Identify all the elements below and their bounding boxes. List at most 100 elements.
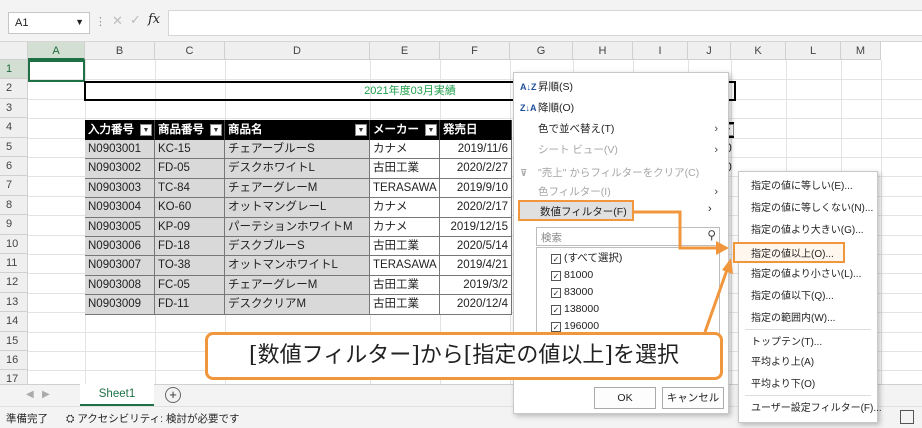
row-header-4[interactable]: 4 [0, 118, 28, 138]
submenu-item[interactable]: 指定の値以上(O)... [733, 242, 845, 263]
column-header-g[interactable]: G [510, 42, 573, 60]
table-cell[interactable]: 2020/5/14 [440, 237, 512, 257]
table-cell[interactable]: デスクブルーS [225, 237, 370, 257]
table-cell[interactable]: 2019/9/10 [440, 178, 512, 199]
row-header-14[interactable]: 14 [0, 312, 28, 332]
submenu-item[interactable]: 平均より下(O) [739, 374, 877, 395]
ok-button[interactable]: OK [594, 387, 656, 409]
menu-sort-descending[interactable]: Z↓A 降順(O) [514, 98, 728, 119]
enter-icon[interactable]: ✓ [130, 12, 141, 28]
table-cell[interactable]: KC-15 [155, 140, 225, 160]
table-cell[interactable]: 2019/4/21 [440, 256, 512, 276]
table-cell[interactable]: KO-60 [155, 198, 225, 218]
filter-list-item[interactable]: ✓ 81000 [551, 267, 593, 283]
filter-dropdown-icon[interactable]: ▼ [355, 124, 367, 136]
table-cell[interactable]: N0903003 [85, 178, 155, 199]
submenu-item[interactable]: 指定の値に等しくない(N)... [739, 198, 877, 219]
table-cell[interactable]: N0903006 [85, 237, 155, 257]
column-header-b[interactable]: B [85, 42, 155, 60]
row-header-1[interactable]: 1 [0, 60, 28, 80]
row-header-16[interactable]: 16 [0, 351, 28, 371]
table-cell[interactable]: デスククリアM [225, 295, 370, 315]
table-cell[interactable]: N0903009 [85, 295, 155, 315]
table-cell[interactable]: 古田工業 [370, 275, 440, 296]
table-cell[interactable]: 古田工業 [370, 159, 440, 179]
row-header-7[interactable]: 7 [0, 176, 28, 196]
add-sheet-icon[interactable]: + [165, 387, 181, 403]
column-header-i[interactable]: I [633, 42, 688, 60]
column-header-k[interactable]: K [731, 42, 786, 60]
row-header-8[interactable]: 8 [0, 195, 28, 216]
table-cell[interactable]: N0903004 [85, 198, 155, 218]
row-header-6[interactable]: 6 [0, 157, 28, 177]
column-header-a[interactable]: A [28, 42, 85, 60]
row-header-2[interactable]: 2 [0, 79, 28, 99]
table-cell[interactable]: 古田工業 [370, 295, 440, 315]
table-cell[interactable]: 2020/12/4 [440, 295, 512, 315]
row-header-5[interactable]: 5 [0, 137, 28, 157]
table-cell[interactable]: TC-84 [155, 178, 225, 199]
table-cell[interactable]: 古田工業 [370, 237, 440, 257]
table-cell[interactable]: デスクホワイトL [225, 159, 370, 179]
column-header-h[interactable]: H [573, 42, 633, 60]
table-cell[interactable]: N0903005 [85, 217, 155, 237]
filter-dropdown-icon[interactable]: ▼ [140, 124, 152, 136]
table-cell[interactable]: TO-38 [155, 256, 225, 276]
table-header-cell[interactable]: メーカー ▼ [370, 120, 440, 140]
table-cell[interactable]: FC-05 [155, 275, 225, 296]
table-cell[interactable]: KP-09 [155, 217, 225, 237]
submenu-item[interactable]: 指定の値に等しい(E)... [739, 176, 877, 197]
column-header-m[interactable]: M [841, 42, 881, 60]
table-cell[interactable]: カナメ [370, 217, 440, 237]
chevron-down-icon[interactable]: ▼ [75, 17, 84, 27]
column-header-e[interactable]: E [370, 42, 440, 60]
column-header-c[interactable]: C [155, 42, 225, 60]
column-header-j[interactable]: J [688, 42, 731, 60]
table-cell[interactable]: カナメ [370, 198, 440, 218]
table-cell[interactable]: 2019/11/6 [440, 140, 512, 160]
submenu-item[interactable]: ユーザー設定フィルター(F)... [739, 398, 882, 419]
table-cell[interactable]: 2019/12/15 [440, 217, 512, 237]
row-header-3[interactable]: 3 [0, 98, 28, 119]
sheet-nav-arrows-icon[interactable]: ◀ ▶ [26, 389, 50, 400]
row-header-12[interactable]: 12 [0, 273, 28, 293]
table-cell[interactable]: パーテションホワイトM [225, 217, 370, 237]
column-header-d[interactable]: D [225, 42, 370, 60]
table-cell[interactable]: チェアーグレーM [225, 178, 370, 199]
column-header-f[interactable]: F [440, 42, 510, 60]
row-header-9[interactable]: 9 [0, 215, 28, 235]
table-header-cell[interactable]: 入力番号 ▼ [85, 120, 155, 140]
table-cell[interactable]: 2020/2/27 [440, 159, 512, 179]
checkbox-checked-icon[interactable]: ✓ [551, 288, 561, 298]
table-cell[interactable]: FD-11 [155, 295, 225, 315]
filter-search-input[interactable]: 検索 ⚲ [536, 227, 720, 246]
submenu-item[interactable]: 指定の値より小さい(L)... [739, 264, 877, 285]
name-box[interactable]: A1 ▼ [8, 12, 90, 34]
select-all-corner[interactable] [0, 42, 28, 60]
filter-dropdown-icon[interactable]: ▼ [210, 124, 222, 136]
checkbox-checked-icon[interactable]: ✓ [551, 322, 561, 332]
row-header-13[interactable]: 13 [0, 292, 28, 313]
cancel-button[interactable]: キャンセル [662, 387, 724, 409]
table-cell[interactable]: オットマンホワイトL [225, 256, 370, 276]
table-header-cell[interactable]: 商品番号 ▼ [155, 120, 225, 140]
menu-number-filter[interactable]: 数値フィルター(F) [518, 200, 634, 221]
table-cell[interactable]: TERASAWA [370, 256, 440, 276]
table-cell[interactable]: 2020/2/17 [440, 198, 512, 218]
filter-list-item[interactable]: ✓ 138000 [551, 301, 599, 317]
column-header-l[interactable]: L [786, 42, 841, 60]
row-header-15[interactable]: 15 [0, 331, 28, 351]
checkbox-checked-icon[interactable]: ✓ [551, 305, 561, 315]
table-cell[interactable]: N0903008 [85, 275, 155, 296]
insert-function-icon[interactable]: fx [148, 12, 160, 27]
table-cell[interactable]: N0903002 [85, 159, 155, 179]
submenu-item[interactable]: 指定の範囲内(W)... [739, 308, 877, 329]
table-cell[interactable]: FD-18 [155, 237, 225, 257]
filter-dropdown-icon[interactable]: ▼ [425, 124, 437, 136]
menu-sort-by-color[interactable]: 色で並べ替え(T) › [514, 119, 728, 140]
cancel-icon[interactable]: ✕ [112, 13, 123, 29]
table-cell[interactable]: チェアーグレーM [225, 275, 370, 296]
sheet-tab[interactable]: Sheet1 [80, 384, 154, 406]
filter-list-item[interactable]: ✓ (すべて選択) [551, 250, 622, 266]
table-cell[interactable]: FD-05 [155, 159, 225, 179]
